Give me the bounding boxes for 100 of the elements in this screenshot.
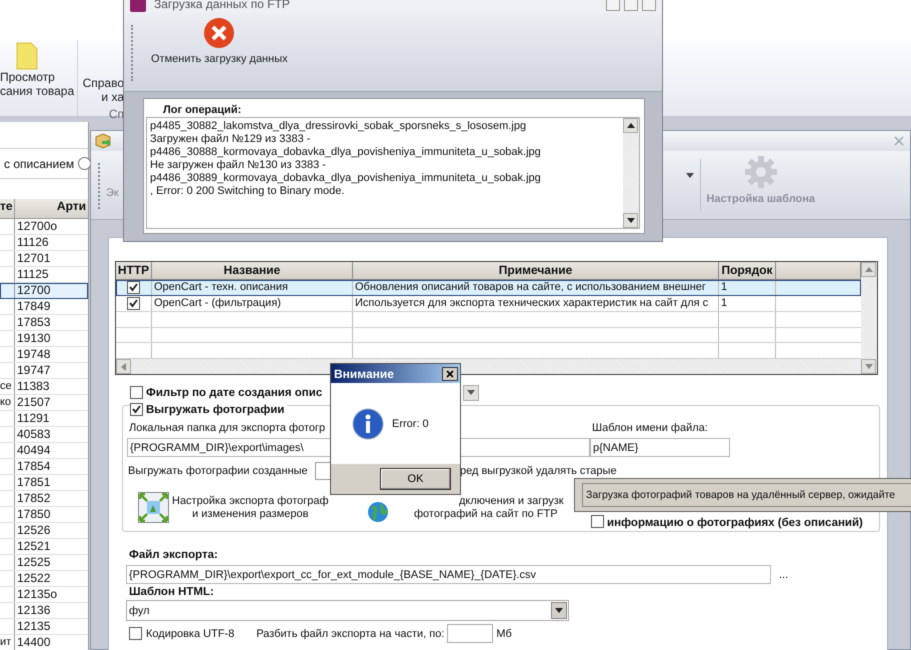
reference-button[interactable]: Справо и ха bbox=[78, 40, 124, 105]
column-header[interactable]: Порядок bbox=[719, 262, 776, 280]
checkbox[interactable] bbox=[127, 281, 140, 294]
table-row[interactable]: 40494 bbox=[0, 443, 88, 459]
gear-icon bbox=[744, 155, 778, 189]
scroll-down-button[interactable] bbox=[623, 213, 638, 228]
table-row[interactable]: 12526 bbox=[0, 523, 88, 539]
down-arrow-icon bbox=[864, 364, 872, 369]
table-row[interactable]: 12521 bbox=[0, 539, 88, 555]
table-row[interactable]: 17850 bbox=[0, 507, 88, 523]
package-icon bbox=[94, 133, 112, 149]
ok-button[interactable]: OK bbox=[380, 468, 451, 490]
field-label: Файл экспорта: bbox=[128, 548, 219, 562]
unit-label: Мб bbox=[496, 628, 512, 640]
dropdown-arrow-icon[interactable] bbox=[686, 173, 694, 179]
table-cell-text: 11291 bbox=[16, 411, 50, 426]
input-field[interactable]: {PROGRAMM_DIR}\export\export_cc_for_ext_module_{BASE_NAME}_{DATE}.csv bbox=[126, 565, 771, 584]
dialog-title: Внимание bbox=[334, 366, 394, 380]
column-header[interactable]: Название bbox=[152, 262, 353, 280]
checkbox[interactable] bbox=[129, 627, 142, 640]
ribbon-group-label: Сп bbox=[108, 107, 124, 121]
app-logo-icon bbox=[130, 0, 146, 12]
log-text: p4485_30882_lakomstva_dlya_dressirovki_sobak_sporsneks_s_lososem.jpg Загружен файл №129 из 3383 - p4486_30888_kormovaya_dobavka_dlya_povisheniya_immuniteta_u_sobak.jpg Не загружен файл №130 из 3383 - p4486_30889_kormovaya_dobavka_dlya_povisheniya_immuniteta_u_sobak.jpg , Error: 0 200 Switching to Binary mode. bbox=[149, 119, 542, 199]
table-cell-text: 17854 bbox=[16, 459, 52, 474]
table-cell: Обновления описаний товаров на сайте, с использованием внешнег bbox=[353, 280, 719, 296]
description-view-button[interactable]: Просмотр сания товара bbox=[0, 40, 74, 98]
template-dropdown[interactable]: фул bbox=[126, 600, 569, 621]
down-arrow-icon bbox=[626, 218, 634, 223]
table-cell-text: 40583 bbox=[16, 427, 52, 442]
table-cell: ит bbox=[0, 635, 15, 650]
table-row[interactable]: 19747 bbox=[0, 363, 88, 379]
input-field[interactable] bbox=[447, 624, 494, 643]
field-label: Шаблон имени файла: bbox=[591, 421, 708, 435]
resize-settings-button[interactable]: Настройка экспорта фотограф и изменения размеров bbox=[138, 492, 330, 526]
checkbox[interactable] bbox=[130, 386, 143, 399]
grid-row[interactable]: OpenCart - (фильтрация) Используется для экспорта технических характеристик на сайт для с 1 bbox=[116, 296, 861, 312]
log-label: Лог операций: bbox=[162, 103, 242, 117]
table-row[interactable]: 40583 bbox=[0, 427, 88, 443]
input-field[interactable]: p{NAME} bbox=[590, 438, 730, 457]
info-icon bbox=[352, 408, 384, 440]
table-row[interactable]: 12135 bbox=[0, 619, 88, 635]
checkbox-label[interactable]: Кодировка UTF-8 bbox=[146, 628, 234, 640]
radio-option[interactable]: с описанием bbox=[4, 156, 74, 170]
globe-icon bbox=[366, 500, 390, 522]
dropdown-button[interactable] bbox=[463, 384, 479, 400]
table-row[interactable]: 17854 bbox=[0, 459, 88, 475]
picture-resize-icon bbox=[138, 492, 169, 523]
table-row[interactable]: ко 21507 bbox=[0, 395, 88, 411]
field-label: Разбить файл экспорта на части, по: bbox=[256, 628, 444, 640]
table-row[interactable]: 17852 bbox=[0, 491, 88, 507]
ftp-upload-button[interactable]: дключения и загрузк фотографий на сайт по FTP bbox=[414, 495, 566, 526]
table-row[interactable]: 19748 bbox=[0, 347, 88, 363]
table-cell-text: 12136 bbox=[16, 603, 52, 618]
table-row[interactable]: се 11383 bbox=[0, 379, 88, 395]
table-cell-text: 19748 bbox=[16, 347, 52, 362]
table-cell: Используется для экспорта технических характеристик на сайт для с bbox=[353, 296, 719, 312]
table-row[interactable]: 12136 bbox=[0, 603, 88, 619]
checkbox[interactable] bbox=[591, 514, 604, 528]
table-row[interactable]: ит 14400 bbox=[0, 635, 88, 650]
document-icon bbox=[16, 42, 38, 70]
dropdown-button[interactable] bbox=[551, 602, 567, 619]
table-cell: се bbox=[0, 379, 15, 394]
column-header[interactable]: Арти bbox=[15, 199, 88, 218]
left-arrow-icon bbox=[121, 362, 126, 371]
vertical-scrollbar[interactable] bbox=[623, 118, 639, 228]
table-row[interactable]: 12522 bbox=[0, 571, 88, 587]
table-row[interactable]: 19130 bbox=[0, 331, 88, 347]
scroll-up-button[interactable] bbox=[623, 118, 638, 133]
checkbox-label[interactable]: Фильтр по дате создания опис bbox=[146, 386, 330, 398]
table-row[interactable]: 11126 bbox=[0, 235, 88, 251]
up-arrow-icon bbox=[626, 123, 634, 128]
table-row[interactable]: 12525 bbox=[0, 555, 88, 571]
table-cell-text: 12526 bbox=[16, 523, 52, 538]
table-cell-text: 40494 bbox=[16, 443, 52, 458]
grid-row[interactable]: OpenCart - техн. описания Обновления описаний товаров на сайте, с использованием внешнег 1 bbox=[116, 280, 861, 296]
table-row[interactable]: 12700o bbox=[0, 219, 88, 235]
checkbox[interactable] bbox=[127, 297, 140, 310]
table-cell-text: 12700o bbox=[16, 219, 58, 234]
table-row[interactable]: 12700 bbox=[0, 283, 88, 299]
table-row[interactable]: 17853 bbox=[0, 315, 88, 331]
table-cell-text: 11383 bbox=[16, 379, 50, 394]
radio-button[interactable] bbox=[78, 157, 92, 170]
column-header[interactable]: те bbox=[0, 199, 15, 218]
checkbox-label[interactable]: информацию о фотографиях (без описаний) bbox=[607, 516, 863, 528]
checkbox[interactable] bbox=[130, 403, 143, 416]
column-header[interactable]: Примечание bbox=[353, 262, 719, 280]
table-row[interactable]: 17851 bbox=[0, 475, 88, 491]
table-row[interactable]: 12135o bbox=[0, 587, 88, 603]
column-header[interactable]: HTTP bbox=[116, 262, 152, 280]
table-cell-text: 17852 bbox=[16, 491, 52, 506]
table-cell-text: 19747 bbox=[16, 363, 52, 378]
browse-button[interactable]: ... bbox=[777, 568, 790, 580]
table-row[interactable]: 12701 bbox=[0, 251, 88, 267]
table-cell-text: 11125 bbox=[16, 267, 50, 282]
scroll-left-button[interactable] bbox=[116, 359, 131, 374]
table-row[interactable]: 11291 bbox=[0, 411, 88, 427]
table-row[interactable]: 17849 bbox=[0, 299, 88, 315]
field-label: Выгружать фотографии созданные bbox=[128, 465, 309, 477]
field-label: Шаблон HTML: bbox=[128, 585, 215, 599]
window-title: Загрузка данных по FTP bbox=[154, 0, 290, 11]
